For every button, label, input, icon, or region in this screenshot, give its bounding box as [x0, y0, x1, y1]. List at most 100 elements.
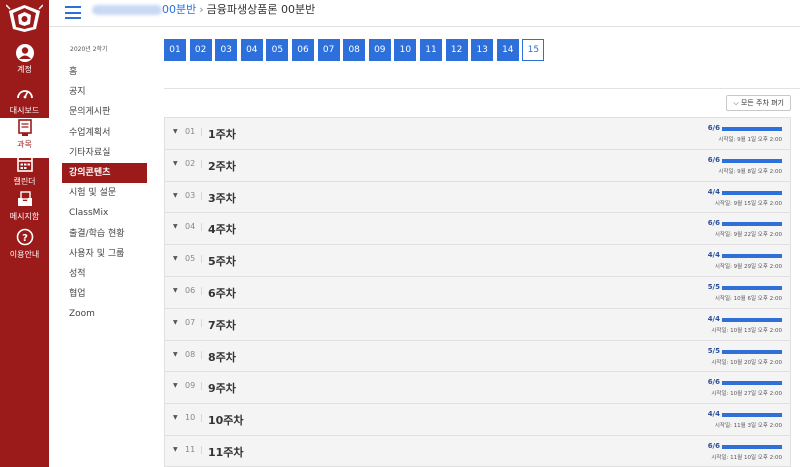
expand-arrow-icon[interactable]: ▼ [173, 160, 178, 167]
account-icon [0, 43, 49, 63]
page-tab-01[interactable]: 01 [164, 39, 186, 61]
week-title[interactable]: 7주차 [208, 317, 236, 333]
week-title[interactable]: 4주차 [208, 221, 236, 237]
course-nav-item[interactable]: 출결/학습 현황 [62, 224, 147, 244]
week-progress-bar [722, 444, 782, 449]
week-row[interactable]: ▼ 05 | 5주차 4/4 시작일: 9월 29일 오후 2:00 [164, 244, 791, 276]
course-nav-item[interactable]: 성적 [62, 264, 147, 284]
svg-text:?: ? [22, 233, 28, 244]
week-row[interactable]: ▼ 07 | 7주차 4/4 시작일: 10월 13일 오후 2:00 [164, 307, 791, 340]
week-title[interactable]: 1주차 [208, 126, 236, 142]
expand-arrow-icon[interactable]: ▼ [173, 255, 178, 262]
page-tab-05[interactable]: 05 [266, 39, 289, 61]
course-nav-item[interactable]: Zoom [62, 304, 147, 324]
week-completion-count: 5/5 [707, 346, 720, 355]
page-tab-11[interactable]: 11 [420, 39, 442, 61]
course-nav-item[interactable]: 문의게시판 [62, 102, 147, 122]
week-row[interactable]: ▼ 10 | 10주차 4/4 시작일: 11월 3일 오후 2:00 [164, 403, 791, 435]
week-title[interactable]: 3주차 [208, 190, 236, 206]
week-number: 05 [185, 254, 196, 264]
content-divider [164, 88, 800, 89]
course-nav-item[interactable]: 수업계획서 [62, 123, 147, 143]
week-row[interactable]: ▼ 08 | 8주차 5/5 시작일: 10월 20일 오후 2:00 [164, 339, 791, 372]
week-progress-bar [722, 317, 782, 322]
nav-help[interactable]: ? 이용안내 [0, 228, 49, 268]
course-nav-item[interactable]: 강의콘텐츠 [62, 162, 147, 184]
course-nav-item[interactable]: 사용자 및 그룹 [62, 244, 147, 264]
week-row[interactable]: ▼ 04 | 4주차 6/6 시작일: 9월 22일 오후 2:00 [164, 212, 791, 245]
page-tab-02[interactable]: 02 [189, 39, 212, 61]
course-nav-item[interactable]: ClassMix [62, 203, 147, 223]
week-row[interactable]: ▼ 02 | 2주차 6/6 시작일: 9월 8일 오후 2:00 [164, 148, 791, 181]
university-logo[interactable] [5, 3, 44, 33]
week-progress-fill [722, 254, 782, 259]
week-number: 06 [185, 285, 196, 295]
week-divider: | [200, 349, 203, 359]
calendar-icon [0, 155, 49, 175]
nav-inbox-label: 메시지함 [9, 212, 40, 221]
page-tab-14[interactable]: 14 [496, 39, 519, 61]
week-progress-fill [722, 413, 782, 418]
week-start-date: 시작일: 11월 3일 오후 2:00 [714, 423, 782, 430]
breadcrumb-current-page: 금융파생상품론 00분반 [206, 3, 316, 16]
week-title[interactable]: 2주차 [208, 158, 236, 174]
dashboard-icon [0, 84, 49, 104]
expand-arrow-icon[interactable]: ▼ [173, 319, 178, 326]
week-progress-bar [722, 349, 782, 354]
week-row[interactable]: ▼ 01 | 1주차 6/6 시작일: 9월 1일 오후 2:00 [164, 117, 791, 149]
week-row[interactable]: ▼ 03 | 3주차 4/4 시작일: 9월 15일 오후 2:00 [164, 180, 791, 213]
page-tab-15[interactable]: 15 [522, 39, 545, 61]
menu-toggle-button[interactable] [65, 6, 81, 19]
expand-arrow-icon[interactable]: ▼ [173, 414, 178, 421]
week-progress-fill [722, 317, 782, 322]
week-title[interactable]: 10주차 [208, 412, 244, 428]
course-nav-item[interactable]: 협업 [62, 284, 147, 304]
week-start-date: 시작일: 9월 29일 오후 2:00 [714, 264, 782, 271]
week-completion-count: 4/4 [707, 187, 720, 196]
page-tab-08[interactable]: 08 [343, 39, 366, 61]
nav-account[interactable]: 계정 [0, 43, 49, 83]
week-row[interactable]: ▼ 11 | 11주차 6/6 시작일: 11월 10일 오후 2:00 [164, 434, 791, 467]
week-progress-fill [722, 444, 782, 449]
nav-calendar[interactable]: 캘린더 [0, 155, 49, 195]
expand-arrow-icon[interactable]: ▼ [173, 287, 178, 294]
courses-icon [0, 118, 49, 138]
expand-arrow-icon[interactable]: ▼ [173, 382, 178, 389]
week-row[interactable]: ▼ 09 | 9주차 6/6 시작일: 10월 27일 오후 2:00 [164, 371, 791, 404]
week-title[interactable]: 6주차 [208, 285, 236, 301]
expand-arrow-icon[interactable]: ▼ [173, 351, 178, 358]
page-tab-09[interactable]: 09 [368, 39, 391, 61]
week-start-date: 시작일: 9월 15일 오후 2:00 [714, 200, 782, 207]
nav-inbox[interactable]: 메시지함 [0, 190, 49, 230]
week-title[interactable]: 11주차 [208, 444, 244, 460]
page-tab-13[interactable]: 13 [471, 39, 494, 61]
week-title[interactable]: 5주차 [208, 253, 236, 269]
week-progress-bar [722, 190, 782, 195]
week-progress-bar [722, 127, 782, 131]
expand-all-weeks-button[interactable]: ⌵ 모든 주차 펴기 [726, 95, 791, 111]
course-nav-item[interactable]: 시험 및 설문 [62, 183, 147, 203]
course-nav-item[interactable]: 홈 [62, 62, 147, 82]
expand-arrow-icon[interactable]: ▼ [173, 192, 178, 199]
expand-arrow-icon[interactable]: ▼ [173, 446, 178, 453]
course-nav-item[interactable]: 기타자료실 [62, 143, 147, 163]
expand-arrow-icon[interactable]: ▼ [173, 128, 178, 135]
nav-help-label: 이용안내 [9, 250, 40, 259]
page-tab-03[interactable]: 03 [215, 39, 238, 61]
page-tab-12[interactable]: 12 [445, 39, 468, 61]
term-label: 2020년 2학기 [70, 46, 108, 53]
breadcrumb-course-link[interactable]: 00분반 [162, 3, 196, 16]
week-title[interactable]: 8주차 [208, 349, 236, 365]
expand-arrow-icon[interactable]: ▼ [173, 223, 178, 230]
week-number: 11 [185, 444, 196, 454]
global-nav: 계정 대시보드 과목 캘린더 메시지함 ? 이용안내 [0, 0, 49, 467]
page-tab-06[interactable]: 06 [292, 39, 314, 61]
nav-courses[interactable]: 과목 [0, 118, 49, 158]
course-nav-item[interactable]: 공지 [62, 82, 147, 102]
week-title[interactable]: 9주차 [208, 380, 236, 396]
week-row[interactable]: ▼ 06 | 6주차 5/5 시작일: 10월 6일 오후 2:00 [164, 275, 791, 308]
week-completion-count: 6/6 [707, 219, 720, 228]
page-tab-07[interactable]: 07 [317, 39, 340, 61]
page-tab-04[interactable]: 04 [240, 39, 263, 61]
page-tab-10[interactable]: 10 [394, 39, 417, 61]
